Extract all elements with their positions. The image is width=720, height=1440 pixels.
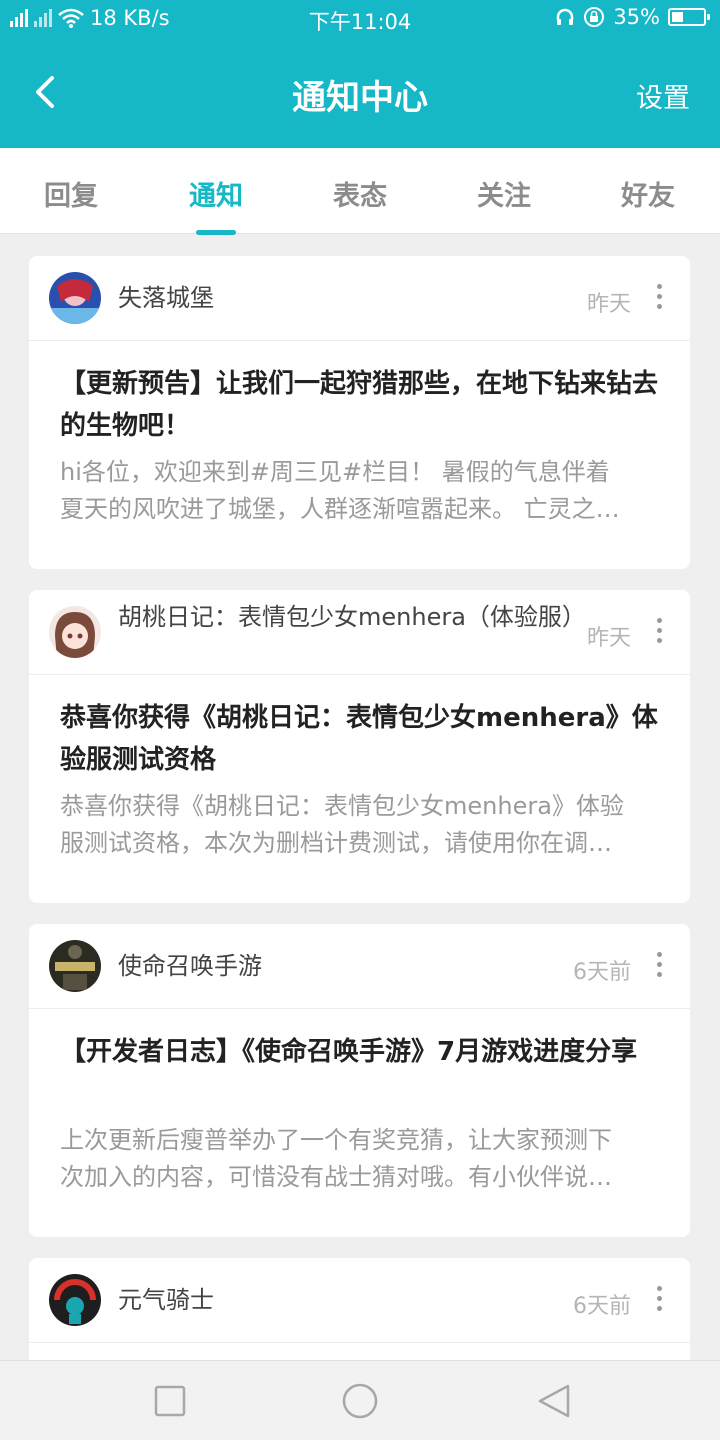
- card-header: 使命召唤手游 6天前: [29, 924, 690, 1009]
- card-title: 恭喜你获得《胡桃日记：表情包少女menhera》体验服测试资格: [60, 703, 658, 775]
- battery-icon: [668, 8, 710, 26]
- home-icon[interactable]: [340, 1383, 380, 1419]
- back-icon[interactable]: [534, 1383, 574, 1419]
- notification-card[interactable]: 元气骑士 6天前: [29, 1258, 690, 1368]
- status-bar: 18 KB/s 下午11:04 35%: [0, 0, 720, 36]
- more-options-icon[interactable]: [656, 618, 664, 644]
- app-bar: 通知中心 设置: [0, 36, 720, 148]
- timestamp: 昨天: [586, 292, 631, 317]
- tab-notifications[interactable]: 通知: [156, 174, 276, 213]
- avatar[interactable]: [49, 606, 101, 658]
- tab-reactions[interactable]: 表态: [300, 174, 420, 213]
- avatar[interactable]: [49, 1274, 101, 1326]
- more-options-icon[interactable]: [656, 1286, 664, 1312]
- headphones-icon: [557, 8, 574, 25]
- card-title: 【更新预告】让我们一起狩猎那些，在地下钻来钻去的生物吧！: [60, 369, 659, 441]
- notification-card[interactable]: 失落城堡 昨天 【更新预告】让我们一起狩猎那些，在地下钻来钻去的生物吧！ hi各…: [29, 256, 690, 569]
- card-title: 【开发者日志】《使命召唤手游》7月游戏进度分享: [60, 1037, 638, 1067]
- settings-button[interactable]: 设置: [636, 76, 690, 115]
- avatar[interactable]: [49, 272, 101, 324]
- tab-follows[interactable]: 关注: [444, 174, 564, 213]
- more-options-icon[interactable]: [656, 284, 664, 310]
- timestamp: 6天前: [573, 960, 631, 985]
- card-header: 元气骑士 6天前: [29, 1258, 690, 1343]
- page-title: 通知中心: [292, 78, 428, 118]
- recent-apps-icon[interactable]: [150, 1383, 190, 1419]
- system-nav-bar: [0, 1360, 720, 1440]
- card-header: 失落城堡 昨天: [29, 256, 690, 341]
- battery-percent: 35%: [613, 5, 660, 29]
- author-name[interactable]: 元气骑士: [118, 1285, 578, 1316]
- card-header: 胡桃日记：表情包少女menhera（体验服） 昨天: [29, 590, 690, 675]
- card-preview: 上次更新后瘦普举办了一个有奖竞猜，让大家预测下 次加入的内容，可惜没有战士猜对哦…: [60, 1126, 612, 1191]
- more-options-icon[interactable]: [656, 952, 664, 978]
- card-preview: 恭喜你获得《胡桃日记：表情包少女menhera》体验 服测试资格，本次为删档计费…: [60, 792, 624, 857]
- active-tab-indicator: [196, 230, 236, 235]
- card-preview: hi各位，欢迎来到#周三见#栏目！ 暑假的气息伴着 夏天的风吹进了城堡，人群逐渐…: [60, 458, 620, 523]
- timestamp: 昨天: [586, 626, 631, 651]
- notification-card[interactable]: 使命召唤手游 6天前 【开发者日志】《使命召唤手游》7月游戏进度分享 上次更新后…: [29, 924, 690, 1237]
- tab-bar: 回复 通知 表态 关注 好友: [0, 148, 720, 235]
- tab-replies[interactable]: 回复: [11, 174, 131, 213]
- rotation-lock-icon: [584, 7, 605, 27]
- avatar[interactable]: [49, 940, 101, 992]
- author-name[interactable]: 失落城堡: [118, 283, 578, 314]
- author-name[interactable]: 使命召唤手游: [118, 951, 578, 982]
- tab-friends[interactable]: 好友: [588, 174, 708, 213]
- timestamp: 6天前: [573, 1294, 631, 1319]
- notification-card[interactable]: 胡桃日记：表情包少女menhera（体验服） 昨天 恭喜你获得《胡桃日记：表情包…: [29, 590, 690, 903]
- author-name[interactable]: 胡桃日记：表情包少女menhera（体验服）: [118, 602, 586, 633]
